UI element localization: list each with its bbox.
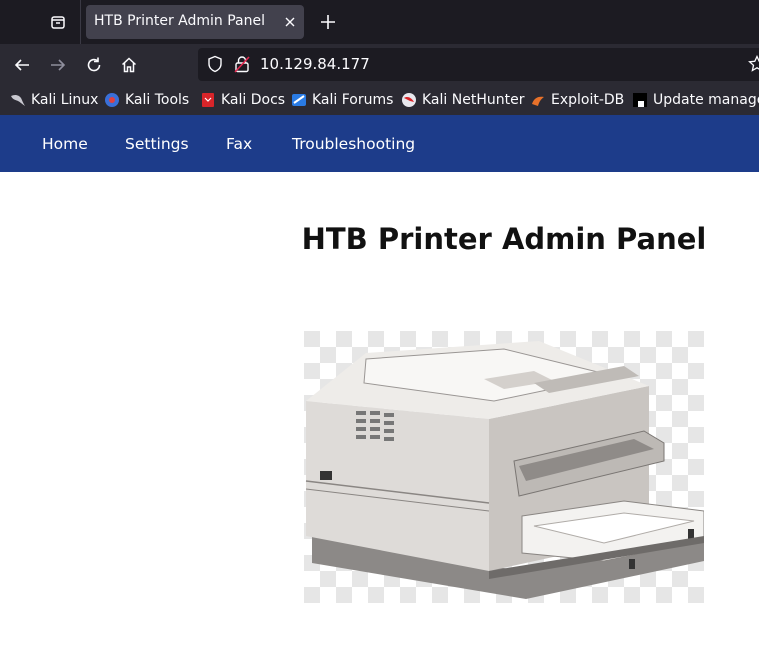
bookmark-exploit-db[interactable]: Exploit-DB [530,91,624,109]
tab-strip: HTB Printer Admin Panel [0,0,759,44]
insecure-lock-icon[interactable] [234,55,250,73]
kali-forums-icon [292,94,306,106]
active-tab[interactable]: HTB Printer Admin Panel [86,5,304,39]
address-bar[interactable]: 10.129.84.177 [198,48,759,81]
nav-fax[interactable]: Fax [226,135,252,153]
bookmark-label: Kali Forums [312,92,394,108]
back-button[interactable] [10,53,34,77]
bookmark-star-icon[interactable] [748,55,759,73]
bookmark-label: Kali NetHunter [422,92,525,108]
nav-home[interactable]: Home [42,135,88,153]
bookmark-label: Update manager [653,92,759,108]
kali-docs-icon [202,93,214,107]
forward-arrow-icon [51,59,66,71]
bookmark-label: Kali Linux [31,92,99,108]
navigation-toolbar: 10.129.84.177 [0,44,759,85]
nav-settings[interactable]: Settings [125,135,189,153]
printer-image [304,331,704,603]
home-button[interactable] [117,53,141,77]
bookmarks-toolbar: Kali Linux Kali Tools Kali Docs Kali For… [0,85,759,115]
reload-button[interactable] [82,53,106,77]
exploit-db-icon [532,96,544,106]
bookmark-label: Kali Docs [221,92,286,108]
bookmark-update-manager[interactable]: Update manager [632,91,759,109]
site-navigation: Home Settings Fax Troubleshooting [0,115,759,172]
new-tab-icon[interactable] [318,12,338,32]
bookmark-label: Kali Tools [125,92,190,108]
url-text[interactable]: 10.129.84.177 [260,55,370,73]
home-icon [121,57,137,73]
tab-list-button[interactable] [44,8,72,36]
reload-icon [87,57,101,72]
kali-tools-icon [105,93,119,107]
update-manager-icon [633,93,647,107]
forward-button[interactable] [46,53,70,77]
tab-title: HTB Printer Admin Panel [94,13,265,29]
bookmark-label: Exploit-DB [551,92,625,108]
nethunter-icon [402,93,416,107]
bookmark-kali-nethunter[interactable]: Kali NetHunter [401,91,524,109]
nav-troubleshooting[interactable]: Troubleshooting [292,135,415,153]
close-tab-icon[interactable] [282,14,298,30]
kali-dragon-icon [11,94,25,106]
bookmark-kali-forums[interactable]: Kali Forums [291,91,393,109]
back-arrow-icon [14,59,29,71]
tab-separator [80,0,81,44]
bookmark-kali-linux[interactable]: Kali Linux [10,91,98,109]
bookmark-kali-docs[interactable]: Kali Docs [200,91,285,109]
tracking-protection-shield-icon[interactable] [206,55,224,73]
bookmark-kali-tools[interactable]: Kali Tools [104,91,189,109]
page-title: HTB Printer Admin Panel [301,222,707,256]
tab-list-icon [51,16,65,29]
